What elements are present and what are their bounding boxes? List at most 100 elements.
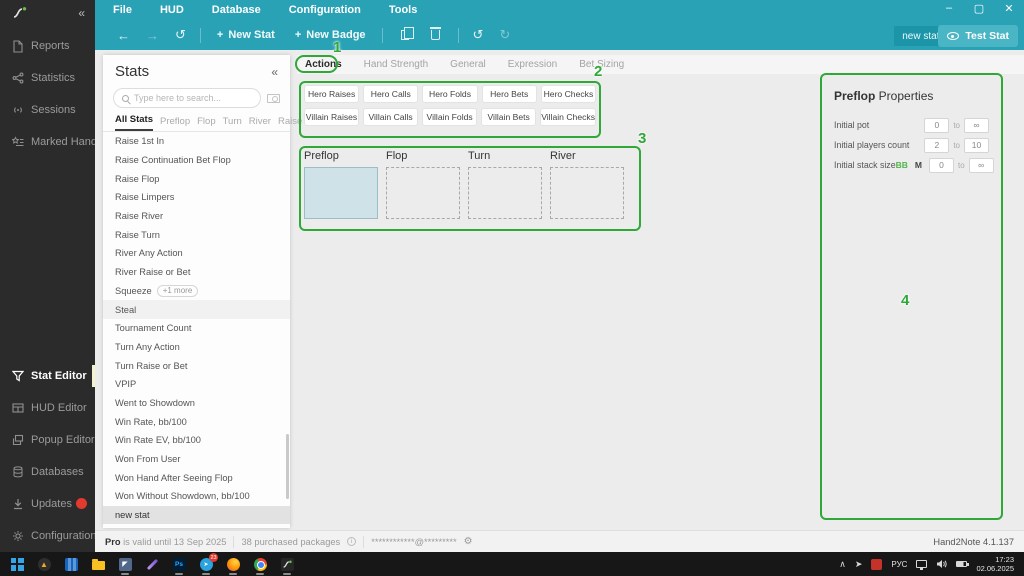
taskbar-app-panels[interactable] [64, 557, 78, 571]
sidebar-item-statistics[interactable]: Statistics [0, 62, 95, 94]
menu-file[interactable]: File [113, 4, 132, 16]
list-item[interactable]: Win Rate, bb/100 [103, 412, 290, 431]
taskbar-chrome[interactable] [253, 557, 267, 575]
sidebar-item-configuration[interactable]: Configuration [0, 520, 95, 552]
villain-calls-button[interactable]: Villain Calls [363, 108, 419, 126]
menu-hud[interactable]: HUD [160, 4, 184, 16]
list-item[interactable]: Turn Any Action [103, 338, 290, 357]
river-drop-zone[interactable] [550, 167, 624, 219]
taskbar-telegram[interactable]: ➤ 23 [199, 553, 218, 575]
list-item[interactable]: Steal [103, 300, 290, 319]
menu-configuration[interactable]: Configuration [289, 4, 361, 16]
camera-icon[interactable] [267, 93, 280, 103]
sidebar-item-marked-hands[interactable]: Marked Hands [0, 126, 95, 158]
list-item[interactable]: Raise Limpers [103, 188, 290, 207]
language-indicator[interactable]: РУС [891, 560, 907, 569]
list-item[interactable]: Went to Showdown [103, 394, 290, 413]
menu-database[interactable]: Database [212, 4, 261, 16]
info-icon[interactable] [347, 537, 357, 546]
sidebar-item-updates[interactable]: Updates [0, 488, 95, 520]
initial-pot-from-input[interactable]: 0 [924, 117, 950, 133]
new-stat-button[interactable]: + New Stat [207, 29, 285, 41]
hero-folds-button[interactable]: Hero Folds [422, 85, 478, 103]
test-stat-button[interactable]: Test Stat [938, 25, 1018, 47]
list-item[interactable]: Raise 1st In [103, 132, 290, 151]
tab-actions[interactable]: Actions [305, 59, 342, 70]
tray-app-icon[interactable] [871, 558, 883, 570]
taskbar-firefox[interactable] [226, 557, 240, 575]
villain-raises-button[interactable]: Villain Raises [304, 108, 360, 126]
list-item[interactable]: Win Rate EV, bb/100 [103, 431, 290, 450]
undo-icon[interactable]: ↺ [465, 27, 492, 43]
tab-hand-strength[interactable]: Hand Strength [364, 59, 429, 70]
maximize-icon[interactable]: ▢ [972, 2, 986, 15]
sidebar-item-stat-editor[interactable]: Stat Editor [0, 360, 95, 392]
taskbar-app-antivirus[interactable]: ▲ [37, 557, 51, 571]
search-input[interactable] [134, 93, 252, 103]
list-item[interactable]: Won Hand After Seeing Flop [103, 468, 290, 487]
stats-tab-all[interactable]: All Stats [115, 114, 154, 131]
stats-tab-turn[interactable]: Turn [223, 116, 242, 131]
stack-to-input[interactable]: ∞ [968, 157, 994, 173]
copy-icon[interactable] [400, 27, 414, 40]
list-item[interactable]: River Any Action [103, 244, 290, 263]
list-item[interactable]: Raise Continuation Bet Flop [103, 151, 290, 170]
taskbar-file-explorer[interactable] [91, 557, 105, 571]
players-to-input[interactable]: 10 [964, 137, 989, 153]
sidebar-item-reports[interactable]: Reports [0, 30, 95, 62]
villain-folds-button[interactable]: Villain Folds [422, 108, 478, 126]
list-item[interactable]: Won From User [103, 450, 290, 469]
stack-from-input[interactable]: 0 [928, 157, 954, 173]
unit-m-toggle[interactable]: M [915, 160, 922, 170]
tab-expression[interactable]: Expression [508, 59, 557, 70]
preflop-drop-zone[interactable] [304, 167, 378, 219]
sidebar-collapse-icon[interactable]: « [78, 6, 85, 20]
stats-tab-raise[interactable]: Raise [278, 116, 302, 131]
tab-general[interactable]: General [450, 59, 486, 70]
list-item[interactable]: VPIP [103, 375, 290, 394]
display-icon[interactable] [916, 560, 928, 570]
sidebar-item-hud-editor[interactable]: HUD Editor [0, 392, 95, 424]
hero-raises-button[interactable]: Hero Raises [304, 85, 360, 103]
flop-drop-zone[interactable] [386, 167, 460, 219]
list-item[interactable]: Raise River [103, 207, 290, 226]
taskbar-photoshop[interactable]: Ps [172, 557, 186, 575]
villain-bets-button[interactable]: Villain Bets [481, 108, 537, 126]
tray-telegram-icon[interactable]: ➤ [855, 559, 863, 570]
hero-bets-button[interactable]: Hero Bets [481, 85, 537, 103]
villain-checks-button[interactable]: Villain Checks [540, 108, 597, 126]
sidebar-item-popup-editor[interactable]: Popup Editor [0, 424, 95, 456]
list-item[interactable]: Turn Raise or Bet [103, 356, 290, 375]
players-from-input[interactable]: 2 [924, 137, 950, 153]
list-item[interactable]: Won Without Showdown, bb/100 [103, 487, 290, 506]
turn-drop-zone[interactable] [468, 167, 542, 219]
volume-icon[interactable] [936, 559, 948, 569]
taskbar-screenshot-tool[interactable]: ◤ [118, 557, 132, 575]
back-icon[interactable]: ← [109, 28, 138, 43]
taskbar-pen-tool[interactable] [145, 557, 159, 571]
sidebar-item-databases[interactable]: Databases [0, 456, 95, 488]
tray-expand-icon[interactable]: ∧ [839, 559, 846, 570]
sidebar-item-sessions[interactable]: Sessions [0, 94, 95, 126]
close-icon[interactable]: ✕ [1002, 2, 1016, 15]
new-badge-button[interactable]: + New Badge [285, 29, 376, 41]
list-item-selected[interactable]: new stat [103, 505, 290, 525]
list-item-squeeze[interactable]: Squeeze +1 more [103, 282, 290, 301]
menu-tools[interactable]: Tools [389, 4, 418, 16]
stats-tab-river[interactable]: River [249, 116, 271, 131]
tab-bet-sizing[interactable]: Bet Sizing [579, 59, 624, 70]
delete-icon[interactable] [429, 27, 441, 40]
list-item[interactable]: Raise Turn [103, 225, 290, 244]
hero-checks-button[interactable]: Hero Checks [540, 85, 597, 103]
taskbar-hand2note[interactable] [280, 557, 294, 575]
stats-tab-flop[interactable]: Flop [197, 116, 215, 131]
history-icon[interactable]: ↺ [167, 27, 194, 43]
stats-scrollbar[interactable] [286, 434, 289, 499]
list-item[interactable]: Raise Flop [103, 169, 290, 188]
initial-pot-to-input[interactable]: ∞ [964, 117, 989, 133]
stats-tab-preflop[interactable]: Preflop [160, 116, 190, 131]
list-item[interactable]: River Raise or Bet [103, 263, 290, 282]
list-item[interactable]: Tournament Count [103, 319, 290, 338]
hero-calls-button[interactable]: Hero Calls [363, 85, 419, 103]
clock[interactable]: 17:23 02.06.2025 [976, 555, 1018, 574]
